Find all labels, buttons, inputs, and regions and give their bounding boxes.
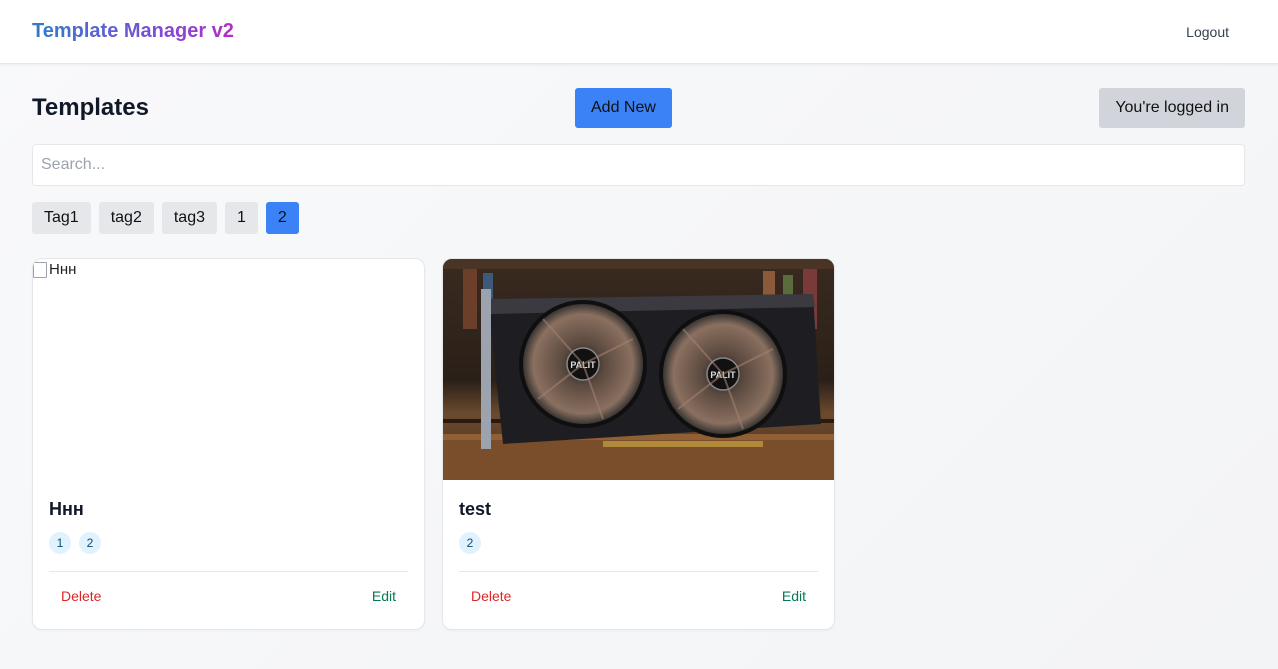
image-alt-text: Ннн: [49, 261, 77, 278]
tag-filter-tag2[interactable]: tag2: [98, 202, 154, 234]
toolbar: Templates Add New You're logged in: [32, 88, 1245, 128]
image-placeholder-icon: [33, 261, 47, 278]
template-title: test: [459, 499, 492, 519]
template-title: Ннн: [49, 499, 84, 519]
main-content: Templates Add New You're logged in Tag1 …: [0, 64, 1278, 630]
template-tags: 2: [459, 532, 818, 554]
template-image-broken: Ннн: [33, 259, 424, 480]
search-input[interactable]: [32, 144, 1245, 186]
tag-chip: 2: [79, 532, 101, 554]
navbar: Template Manager v2 Logout: [0, 0, 1278, 64]
delete-button[interactable]: Delete: [471, 588, 511, 604]
tag-chip: 1: [49, 532, 71, 554]
edit-button[interactable]: Edit: [372, 588, 396, 604]
edit-button[interactable]: Edit: [782, 588, 806, 604]
logout-button[interactable]: Logout: [1170, 18, 1245, 46]
gpu-photo-image: PALIT PALIT: [443, 259, 834, 480]
card-body: test 2 Delete Edit: [443, 480, 834, 629]
card-actions: Delete Edit: [49, 571, 408, 619]
tag-filter-tag1[interactable]: Tag1: [32, 202, 91, 234]
tag-chip: 2: [459, 532, 481, 554]
template-image[interactable]: PALIT PALIT: [443, 259, 834, 480]
template-card: PALIT PALIT: [442, 258, 835, 630]
tag-filter-bar: Tag1 tag2 tag3 1 2: [32, 202, 1245, 234]
app-brand[interactable]: Template Manager v2: [32, 20, 234, 43]
page-title: Templates: [32, 94, 149, 121]
card-actions: Delete Edit: [459, 571, 818, 619]
template-card: Ннн Ннн 1 2 Delete Edit: [32, 258, 425, 630]
tag-filter-1[interactable]: 1: [224, 202, 258, 234]
add-new-button[interactable]: Add New: [575, 88, 672, 128]
card-body: Ннн 1 2 Delete Edit: [33, 480, 424, 629]
template-grid: Ннн Ннн 1 2 Delete Edit test 2 Delete Ed…: [32, 258, 1245, 630]
login-status-button[interactable]: You're logged in: [1099, 88, 1245, 128]
broken-image-icon: Ннн: [33, 261, 76, 278]
delete-button[interactable]: Delete: [61, 588, 101, 604]
tag-filter-tag3[interactable]: tag3: [161, 202, 217, 234]
template-tags: 1 2: [49, 532, 408, 554]
tag-filter-2[interactable]: 2: [265, 202, 299, 234]
